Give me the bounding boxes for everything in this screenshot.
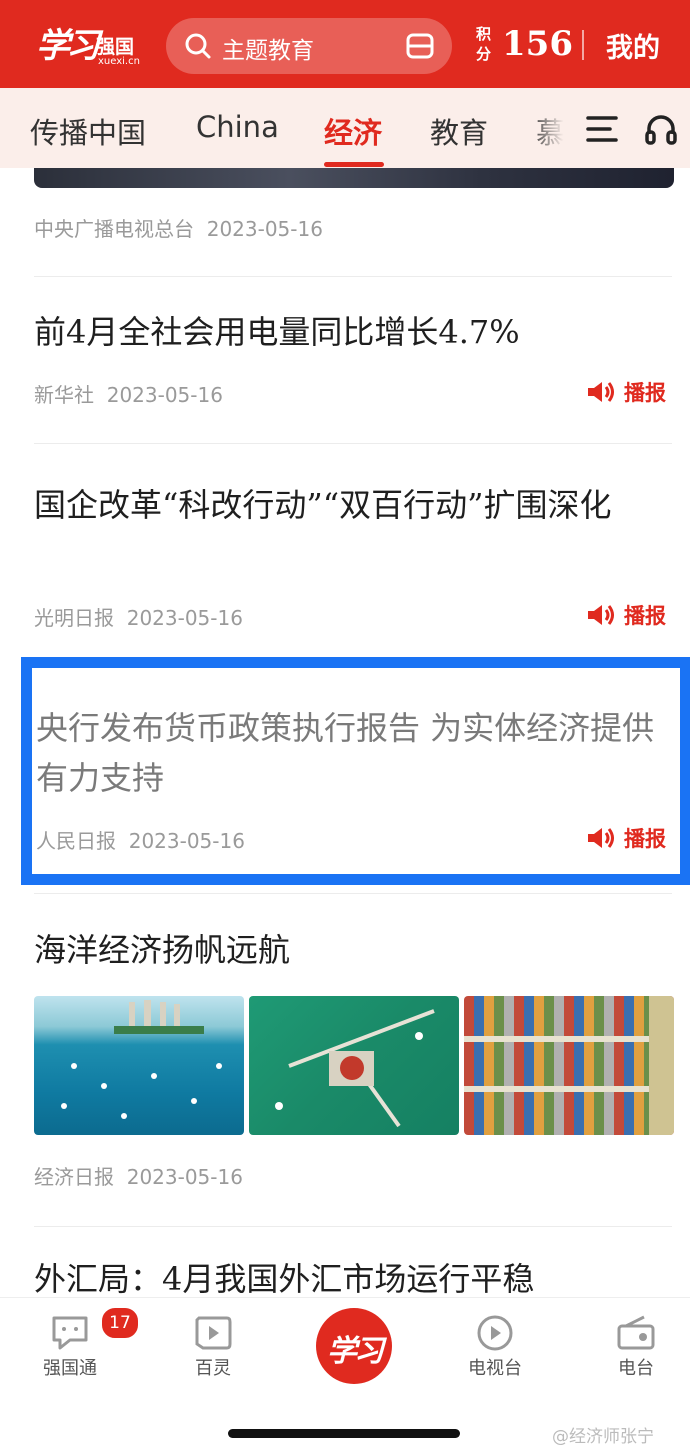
article-source: 新华社 (34, 383, 94, 407)
home-indicator[interactable] (228, 1429, 460, 1438)
divider (34, 443, 672, 444)
thumbnail-sea[interactable] (34, 996, 244, 1135)
article-thumbnails[interactable] (34, 996, 674, 1135)
points-label: 积分 (476, 25, 492, 63)
broadcast-label: 播报 (624, 381, 666, 405)
article-source: 人民日报 (36, 829, 116, 853)
article-date: 2023-05-16 (126, 606, 243, 630)
play-square-icon (195, 1316, 232, 1350)
thumbnail-containers[interactable] (464, 996, 674, 1135)
article-image-partial[interactable] (34, 168, 674, 188)
broadcast-button[interactable]: 播报 (586, 823, 666, 853)
tab-china-communication[interactable]: 传播中国 (30, 110, 146, 152)
xuexi-logo-button[interactable]: 学习 (316, 1308, 392, 1384)
article-meta: 经济日报 2023-05-16 (34, 1161, 243, 1190)
article-title[interactable]: 国企改革“科改行动”“双百行动”扩围深化 (34, 480, 670, 530)
logo-text: 学习 (36, 26, 100, 66)
article-meta: 新华社 2023-05-16 (34, 379, 223, 408)
watermark: @经济师张宁 (552, 1427, 654, 1447)
radio-icon (617, 1315, 655, 1350)
tab-fade (530, 88, 578, 168)
headphone-icon[interactable] (644, 112, 678, 146)
header-divider (582, 30, 584, 60)
nav-label: 强国通 (43, 1358, 97, 1379)
tab-education[interactable]: 教育 (430, 110, 488, 152)
logo-subtext: 强国 (96, 36, 135, 58)
active-tab-indicator (324, 162, 384, 167)
sea-illustration (61, 1000, 222, 1119)
thumbnail-rig[interactable] (249, 996, 459, 1135)
nav-label: 电台 (618, 1358, 654, 1379)
app-logo[interactable]: 学习 强国 xuexi.cn (36, 14, 142, 70)
article-title[interactable]: 央行发布货币政策执行报告 为实体经济提供有力支持 (36, 703, 672, 803)
nav-label: 百灵 (195, 1358, 231, 1379)
tab-economy[interactable]: 经济 (324, 110, 382, 152)
article-meta: 中央广播电视总台 2023-05-16 (34, 213, 323, 242)
mine-button[interactable]: 我的 (606, 26, 660, 65)
article-date: 2023-05-16 (206, 217, 323, 241)
article-meta: 人民日报 2023-05-16 (36, 825, 245, 854)
search-icon (185, 33, 211, 59)
article-date: 2023-05-16 (128, 829, 245, 853)
article-date: 2023-05-16 (126, 1165, 243, 1189)
rig-illustration (275, 1009, 435, 1128)
chat-icon (52, 1316, 88, 1350)
nav-label: 电视台 (468, 1358, 522, 1379)
tab-china[interactable]: China (196, 110, 279, 144)
play-circle-icon (477, 1315, 513, 1351)
article-source: 经济日报 (34, 1165, 114, 1189)
logo-url: xuexi.cn (98, 56, 140, 67)
scan-icon[interactable] (406, 32, 434, 60)
broadcast-label: 播报 (624, 604, 666, 628)
broadcast-label: 播报 (624, 827, 666, 851)
unread-badge: 17 (100, 1306, 140, 1340)
divider (34, 276, 672, 277)
menu-icon[interactable] (586, 114, 618, 144)
search-bar[interactable]: 主题教育 (166, 18, 452, 74)
top-bar: 学习 强国 xuexi.cn 主题教育 积分 156 我的 (0, 0, 690, 88)
article-source: 光明日报 (34, 606, 114, 630)
article-title[interactable]: 海洋经济扬帆远航 (34, 925, 670, 975)
divider (34, 893, 672, 894)
broadcast-button[interactable]: 播报 (586, 377, 666, 407)
broadcast-button[interactable]: 播报 (586, 600, 666, 630)
article-source: 中央广播电视总台 (34, 217, 194, 241)
center-logo-text: 学习 (327, 1334, 384, 1369)
speaker-icon (588, 828, 614, 848)
divider (34, 1226, 672, 1227)
speaker-icon (588, 605, 614, 625)
containers-illustration (464, 996, 674, 1135)
search-placeholder: 主题教育 (222, 38, 314, 64)
article-date: 2023-05-16 (106, 383, 223, 407)
channel-tabs: 传播中国 China 经济 教育 慕 (0, 88, 690, 168)
points-value[interactable]: 156 (502, 24, 573, 64)
article-meta: 光明日报 2023-05-16 (34, 602, 243, 631)
article-title[interactable]: 前4月全社会用电量同比增长4.7% (34, 307, 670, 357)
speaker-icon (588, 382, 614, 402)
